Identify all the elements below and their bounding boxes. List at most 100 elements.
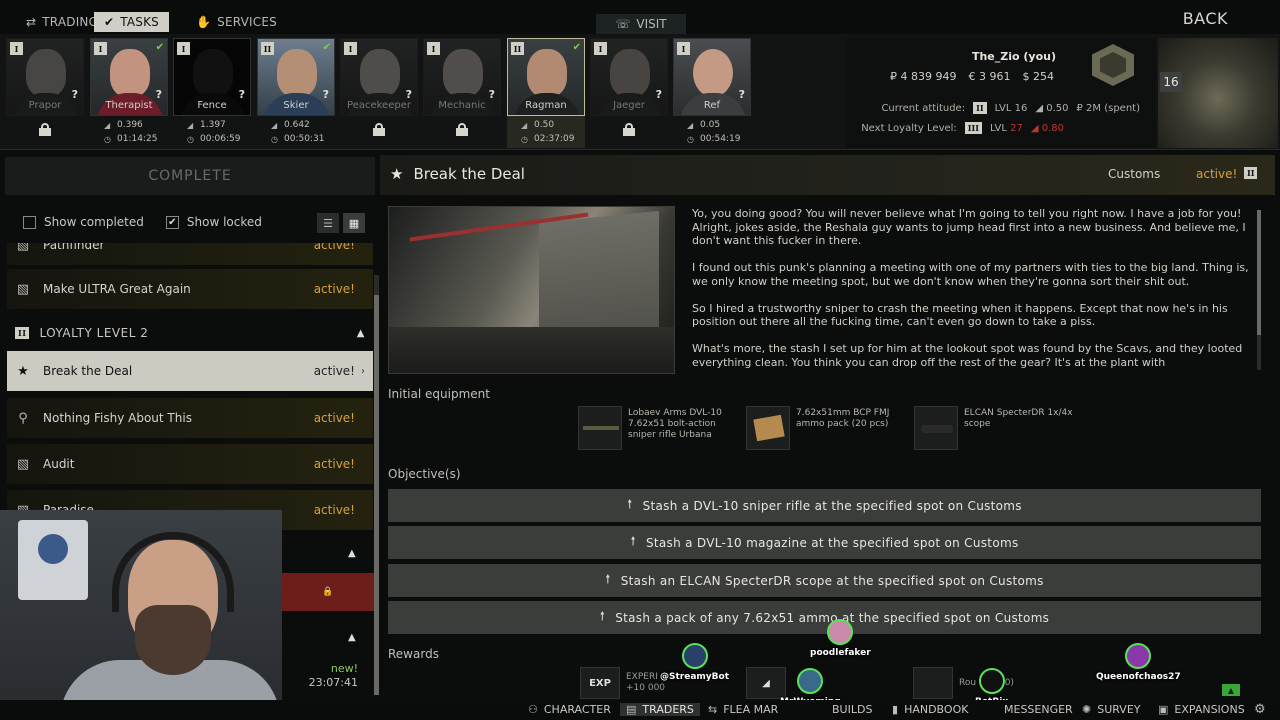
flea-market-icon: ⇆ [708, 703, 718, 716]
grid-view-icon[interactable]: ▦ [343, 213, 365, 233]
task-header: ★ Break the Deal Customs active! II [380, 155, 1275, 195]
current-attitude-row: Current attitude: II LVL 16 ◢ 0.50 ₽ 2M … [881, 102, 1140, 114]
clock-icon: ◷ [521, 134, 528, 144]
quest-item-selected[interactable]: ★ Break the Deal active! › [7, 351, 373, 391]
lock-icon [456, 123, 468, 136]
chat-avatar-icon [978, 668, 1005, 694]
scrollbar-thumb[interactable] [374, 295, 379, 695]
trader-mechanic[interactable]: I ? Mechanic [423, 38, 501, 148]
nav-messenger[interactable]: MESSENGER [1004, 703, 1073, 716]
trader-level-badge: I [177, 42, 190, 55]
task-title: ★ Break the Deal [390, 165, 525, 183]
tab-tasks[interactable]: ✔ TASKS [94, 12, 169, 32]
chat-user: @StreamyBot [660, 643, 729, 682]
locked-quest-row[interactable]: 🔒 [282, 573, 374, 611]
nav-expansions[interactable]: ▣ EXPANSIONS [1158, 703, 1245, 716]
trading-icon: ⇄ [26, 15, 37, 29]
trader-therapist[interactable]: I ✔ ? Therapist ◢ 0.396 ◷ 01:14:25 [90, 38, 168, 148]
initial-equipment-label: Initial equipment [388, 387, 490, 401]
character-icon: ⚇ [528, 703, 538, 716]
trader-level-badge: I [427, 42, 440, 55]
show-completed-label: Show completed [44, 215, 144, 229]
quest-item[interactable]: ▧ Make ULTRA Great Again active! [7, 269, 373, 309]
trader-level-badge: I [10, 42, 23, 55]
show-locked-checkbox[interactable]: ✔ [165, 215, 179, 229]
trader-ragman[interactable]: II ✔ Ragman ◢ 0.50 ◷ 02:37:09 [507, 38, 585, 148]
trader-level-badge: I [594, 42, 607, 55]
trader-level-badge: I [677, 42, 690, 55]
bottom-bar: ⚇ CHARACTER ▤ TRADERS ⇆ FLEA MAR BUILDS ▮ HA… [0, 700, 1280, 720]
trader-strip: I ? Prapor I ✔ ? Therapist ◢ 0.396 ◷ 01:14… [0, 34, 1280, 150]
nav-builds[interactable]: BUILDS [832, 703, 872, 716]
euros-amount: € 3 961 [968, 70, 1011, 83]
nav-handbook[interactable]: ▮ HANDBOOK [892, 703, 968, 716]
trader-timer: 00:50:31 [284, 134, 325, 144]
trader-name: Prapor [28, 100, 62, 111]
trader-name: Therapist [105, 100, 153, 111]
map-icon: ▧ [16, 456, 30, 472]
nav-flea-market[interactable]: ⇆ FLEA MAR [708, 703, 778, 716]
trader-skier[interactable]: II ✔ ? Skier ◢ 0.642 ◷ 00:50:31 [257, 38, 335, 148]
trader-jaeger[interactable]: I ? Jaeger [590, 38, 668, 148]
loyalty-level-2-header[interactable]: II LOYALTY LEVEL 2 ▲ [15, 320, 375, 346]
trader-peacekeeper[interactable]: I ? Peacekeeper [340, 38, 418, 148]
services-icon: ✋ [196, 15, 212, 29]
trader-level-badge: II [261, 42, 274, 55]
check-icon: ✔ [572, 42, 581, 53]
player-level: 16 [1160, 72, 1182, 92]
star-icon: ★ [390, 165, 404, 183]
objective-item: 🠕 Stash a DVL-10 sniper rifle at the spe… [388, 489, 1261, 522]
trader-name: Ref [703, 100, 721, 111]
roubles-amount: ₽ 4 839 949 [890, 70, 957, 83]
trader-prapor[interactable]: I ? Prapor [6, 38, 84, 148]
tab-trading[interactable]: ⇄ TRADING [26, 12, 98, 32]
rank-badge: II [1244, 167, 1258, 179]
quest-item[interactable]: ▧ Audit active! [7, 444, 373, 484]
roubles-icon [913, 667, 953, 699]
complete-button[interactable]: COMPLETE [5, 157, 375, 195]
equipment-item[interactable]: Lobaev Arms DVL-10 7.62x51 bolt-action s… [578, 406, 746, 452]
next-loyalty-row: Next Loyalty Level: III LVL 27 ◢ 0.80 [861, 122, 1064, 134]
dollars-amount: $ 254 [1022, 70, 1055, 83]
visit-button[interactable]: ☏ VISIT [596, 14, 686, 34]
show-completed-checkbox[interactable] [23, 215, 36, 229]
view-toggles: ☰ ▦ [317, 213, 365, 233]
list-view-icon[interactable]: ☰ [317, 213, 339, 233]
quest-filters: Show completed ✔ Show locked [23, 215, 262, 229]
standing-icon: ◢ [104, 120, 111, 130]
task-image [388, 206, 675, 374]
objective-item: 🠕 Stash an ELCAN SpecterDR scope at the … [388, 564, 1261, 597]
nav-survey[interactable]: ✺ SURVEY [1082, 703, 1141, 716]
traders-icon: ▤ [626, 703, 637, 716]
arrow-up-icon: 🠕 [599, 609, 606, 623]
map-icon: ▧ [16, 237, 30, 253]
reward-item[interactable]: EXP EXPERI +10 000 [580, 666, 665, 700]
chevron-up-icon[interactable]: ▲ [348, 548, 356, 559]
arrow-up-icon[interactable]: ▲ [1222, 684, 1240, 696]
handbook-icon: ▮ [892, 703, 899, 716]
phone-icon: ☏ [615, 17, 631, 31]
nav-character[interactable]: ⚇ CHARACTER [528, 703, 611, 716]
standing-icon: ◢ [687, 120, 694, 130]
nav-traders[interactable]: ▤ TRADERS [620, 703, 700, 716]
trader-fence[interactable]: I ? Fence ◢ 1.397 ◷ 00:06:59 [173, 38, 251, 148]
quest-list-scrollbar[interactable] [374, 275, 379, 695]
equipment-item[interactable]: ELCAN SpecterDR 1x/4x scope [914, 406, 1082, 452]
equipment-item[interactable]: 7.62x51mm BCP FMJ ammo pack (20 pcs) [746, 406, 914, 452]
lock-icon [39, 123, 51, 136]
objectives-label: Objective(s) [388, 467, 461, 481]
trader-timer: 00:54:19 [700, 134, 741, 144]
back-button[interactable]: BACK [1183, 9, 1228, 28]
chevron-up-icon[interactable]: ▲ [348, 632, 356, 643]
check-icon: ✔ [322, 42, 331, 53]
gear-icon[interactable]: ⚙ [1254, 702, 1266, 717]
trader-name: Ragman [525, 100, 567, 111]
arrow-up-icon: 🠕 [630, 534, 636, 548]
trader-ref[interactable]: I ? Ref ◢ 0.05 ◷ 00:54:19 [673, 38, 751, 148]
rank-badge: II [15, 327, 30, 339]
player-panel: The_Zio (you) ₽ 4 839 949 € 3 961 $ 254 … [846, 38, 1156, 148]
quest-item[interactable]: ⚲ Nothing Fishy About This active! [7, 398, 373, 438]
chat-user: poodlefaker [810, 619, 871, 658]
description-scrollbar[interactable] [1257, 210, 1261, 370]
tab-services[interactable]: ✋ SERVICES [196, 12, 277, 32]
